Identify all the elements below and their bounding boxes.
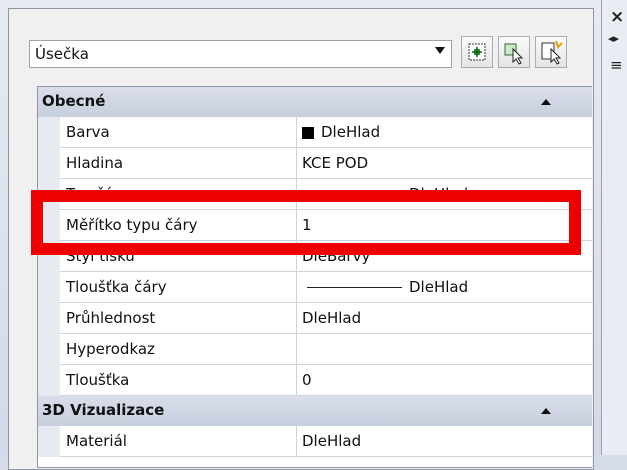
toggle-pickadd-icon [468,43,486,61]
property-value: 0 [302,371,312,389]
auto-hide-icon[interactable]: ◂▸ [608,30,619,48]
property-row-material[interactable]: Materiál DleHlad [38,426,592,457]
property-value: DleHlad [302,432,362,450]
lineweight-preview [307,287,402,288]
toggle-pickadd-button[interactable] [461,36,493,68]
property-grid: Obecné Barva DleHlad Hladina KCE POD Typ… [37,86,592,468]
select-objects-button[interactable] [498,36,530,68]
chevron-up-icon[interactable] [541,99,551,105]
property-row-hyperlink[interactable]: Hyperodkaz [38,334,592,365]
property-value: DleHlad [302,309,362,327]
properties-menu-icon[interactable]: ≡ [610,56,623,74]
property-row-thickness[interactable]: Tloušťka 0 [38,365,592,396]
section-header-3d-visualization[interactable]: 3D Vizualizace [38,396,592,426]
property-value: DleHlad [321,123,381,141]
property-row-transparency[interactable]: Průhlednost DleHlad [38,303,592,334]
property-row-color[interactable]: Barva DleHlad [38,117,592,148]
property-name: Tloušťka čáry [66,278,167,296]
property-value: KCE POD [302,154,369,172]
property-name: Hyperodkaz [66,340,155,358]
quick-select-icon [541,40,563,65]
property-name: Hladina [66,154,124,172]
color-swatch [302,127,314,139]
section-title: Obecné [42,92,106,110]
section-title: 3D Vizualizace [42,401,165,419]
object-type-value: Úsečka [35,45,89,63]
property-name: Barva [66,123,110,141]
select-objects-icon [504,43,524,65]
close-icon[interactable]: × [610,8,624,26]
chevron-down-icon[interactable] [435,47,445,54]
highlight-annotation-box [31,190,581,255]
chevron-up-icon[interactable] [541,408,551,414]
section-header-general[interactable]: Obecné [38,87,592,117]
palette-sidebar: × ◂▸ ≡ [601,0,627,455]
property-value: DleHlad [409,278,469,296]
property-name: Tloušťka [66,371,130,389]
property-name: Materiál [66,432,127,450]
object-type-select[interactable]: Úsečka [29,40,452,68]
quick-select-button[interactable] [535,36,567,68]
property-name: Průhlednost [66,309,156,327]
property-row-layer[interactable]: Hladina KCE POD [38,148,592,179]
property-row-lineweight[interactable]: Tloušťka čáry DleHlad [38,272,592,303]
